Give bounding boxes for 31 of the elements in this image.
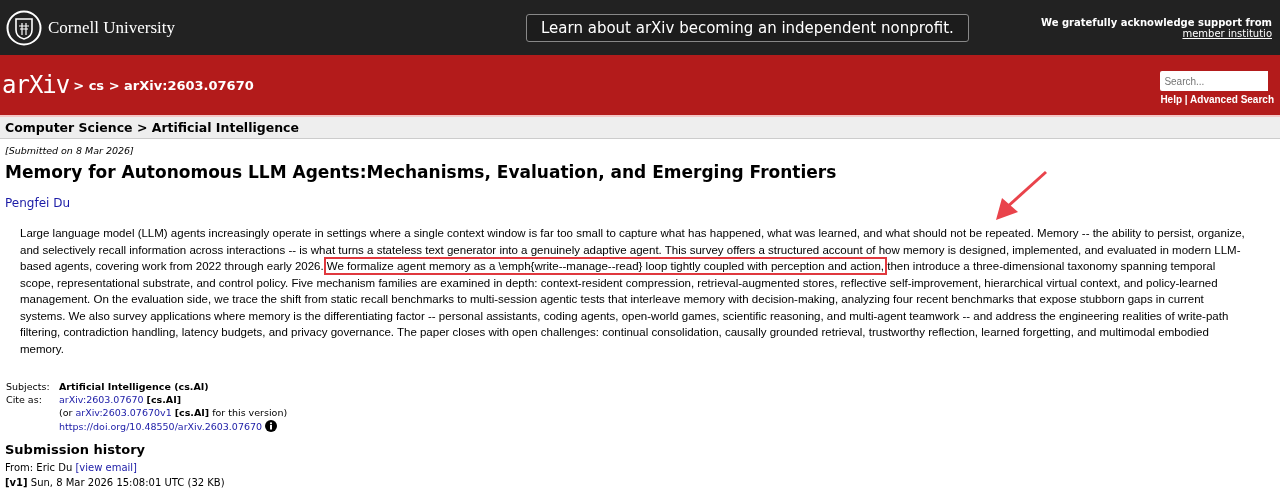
cite-text: (or <box>59 407 73 418</box>
arxiv-link[interactable]: arXiv:2603.07670 <box>59 394 144 405</box>
member-institutions-link[interactable]: member institutio <box>1182 27 1272 39</box>
info-icon[interactable] <box>265 420 278 432</box>
link-separator: | <box>1184 94 1188 105</box>
abstract-text: Large language model (LLM) agents increasingly operate in settings where a single context window is far too small to capture what has happened, what was learned, and what should not be repeated. Memory -- the ability to persist, organize, and selectively recall information across interactions -- is what turns a stateless text generator into a genuinely adaptive agent. This survey offers a structured account of how memory is designed, implemented, and evaluated in modern LLM-based agents, covering work from 2022 through early 2026. We formalize agent memory as a \emph{write--manage--read} loop tightly coupled with perception and action, then introduce a three-dimensional taxonomy spanning temporal scope, representational substrate, and control policy. Five mechanism families are examined in depth: context-resident compression, retrieval-augmented stores, reflective self-improvement, hierarchical virtual context, and policy-learned management. On the evaluation side, we trace the shift from static recall benchmarks to multi-session agentic tests that interleave memory with decision-making, analyzing four recent benchmarks that expose stubborn gaps in current systems. We also survey applications where memory is the differentiating factor -- personal assistants, coding agents, open-world games, scientific reasoning, and multi-agent teamwork -- and address the engineering realities of write-path filtering, contradiction handling, latency budgets, and privacy governance. The paper closes with open challenges: continual consolidation, causally grounded retrieval, trustworthy reflection, learned forgetting, and multimodal embodied memory. <box>20 226 1246 357</box>
category-tag: [cs.AI] <box>146 394 182 405</box>
field-label: Cite as: <box>6 394 42 405</box>
header-link[interactable]: Advanced Search <box>1190 94 1274 105</box>
cite-text: for this version) <box>212 407 288 418</box>
breadcrumb: > cs > arXiv:2603.07670 <box>73 77 254 93</box>
search-field[interactable]: Search... <box>1160 71 1269 91</box>
subject-breadcrumb: Computer Science > Artificial Intelligence <box>0 115 1280 139</box>
from-text: From: Eric Du <box>5 462 73 473</box>
arxiv-logo[interactable]: arXiv <box>2 71 70 99</box>
category-tag: [cs.AI] <box>174 407 210 418</box>
section-heading: Submission history <box>5 442 147 457</box>
announcement-button[interactable]: Learn about arXiv becoming an independent nonprofit. <box>526 13 969 42</box>
author-link[interactable]: Pengfei Du <box>5 196 70 210</box>
university-name[interactable]: Cornell University <box>48 17 175 38</box>
version-entry: [v1] Sun, 8 Mar 2026 15:08:01 UTC (32 KB) <box>5 476 226 490</box>
view-email-link[interactable]: [view email] <box>75 462 138 473</box>
version-link[interactable]: arXiv:2603.07670v1 <box>75 407 172 418</box>
field-label: Subjects: <box>6 381 50 392</box>
support-text: We gratefully acknowledge support from <box>1040 16 1272 28</box>
subject-value: Artificial Intelligence (cs.AI) <box>59 381 209 392</box>
paper-title: Memory for Autonomous LLM Agents:Mechanisms, Evaluation, and Emerging Frontiers <box>5 162 838 182</box>
header-link[interactable]: Help <box>1160 94 1183 105</box>
submission-date: [Submitted on 8 Mar 2026] <box>5 145 135 156</box>
university-seal-icon[interactable] <box>6 9 42 46</box>
doi-link[interactable]: https://doi.org/10.48550/arXiv.2603.07670 <box>59 420 263 432</box>
